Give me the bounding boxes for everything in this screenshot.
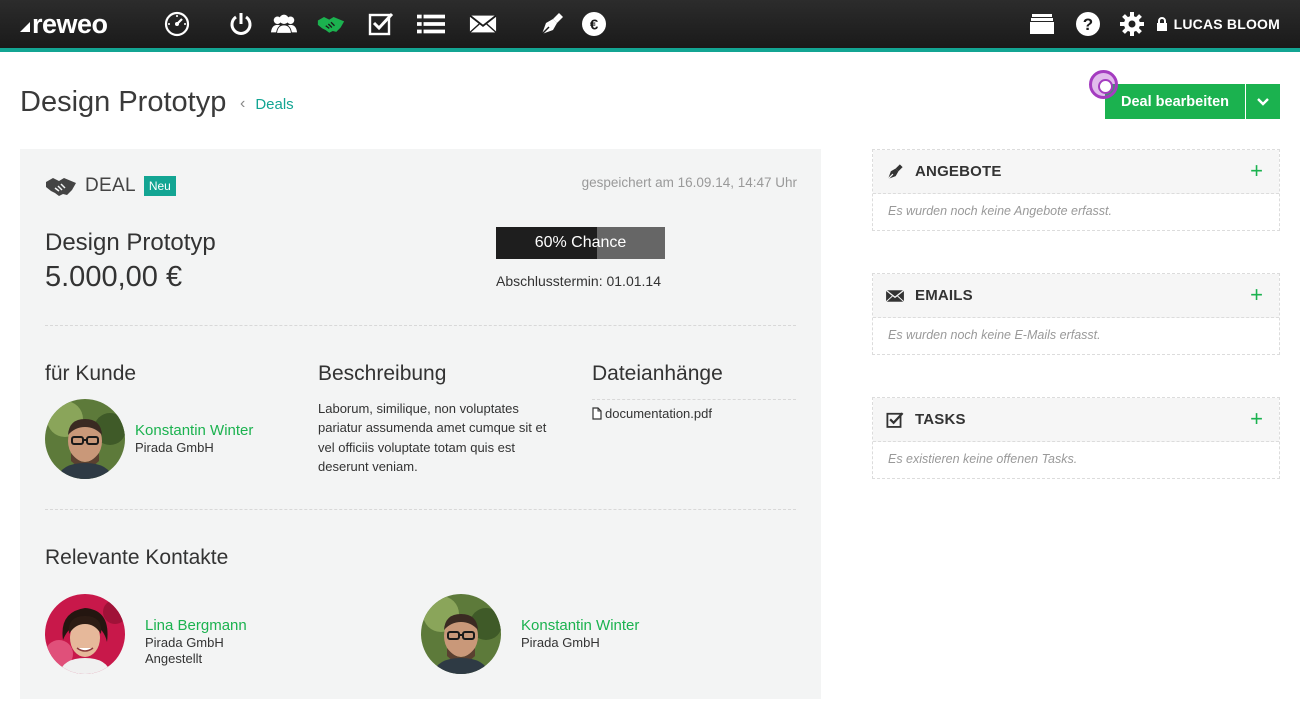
mail-icon[interactable] xyxy=(469,10,497,38)
attachments-heading: Dateianhänge xyxy=(592,362,723,385)
contacts-icon[interactable] xyxy=(270,10,298,38)
logo-text: reweo xyxy=(32,9,108,39)
deal-label: DEAL xyxy=(85,175,136,196)
divider xyxy=(45,325,796,326)
add-offer-button[interactable]: + xyxy=(1250,160,1263,182)
attachment-file[interactable]: documentation.pdf xyxy=(592,406,712,421)
dashboard-icon[interactable] xyxy=(163,10,191,38)
divider xyxy=(592,399,796,400)
edit-deal-button[interactable]: Deal bearbeiten xyxy=(1105,84,1245,119)
avatar[interactable] xyxy=(45,594,125,674)
widget-header: ANGEBOTE xyxy=(873,150,1279,194)
deal-header: DEAL Neu xyxy=(45,175,176,197)
contact-role: Angestellt xyxy=(145,651,203,666)
contact-name-link[interactable]: Konstantin Winter xyxy=(521,617,639,634)
edit-options-dropdown[interactable] xyxy=(1246,84,1280,119)
deals-icon[interactable] xyxy=(317,10,345,38)
status-badge: Neu xyxy=(143,176,176,196)
offers-widget: ANGEBOTE + Es wurden noch keine Angebote… xyxy=(872,149,1280,231)
chevron-down-icon xyxy=(1257,97,1269,106)
mail-icon xyxy=(885,286,905,306)
folder-icon[interactable] xyxy=(1028,10,1056,38)
list-icon[interactable] xyxy=(417,10,445,38)
widget-title: EMAILS xyxy=(915,287,973,304)
customer-name-link[interactable]: Konstantin Winter xyxy=(135,422,253,439)
deal-amount: 5.000,00 € xyxy=(45,261,183,293)
chance-progress-bar: 60% Chance xyxy=(496,227,665,259)
user-name: LUCAS BLOOM xyxy=(1173,16,1280,32)
close-date: Abschlusstermin: 01.01.14 xyxy=(496,273,661,289)
handshake-icon xyxy=(46,178,76,196)
breadcrumb-deals-link[interactable]: Deals xyxy=(255,96,293,113)
widget-title: TASKS xyxy=(915,411,966,428)
related-contacts-heading: Relevante Kontakte xyxy=(45,546,229,569)
customer-heading: für Kunde xyxy=(45,362,137,385)
emails-widget: EMAILS + Es wurden noch keine E-Mails er… xyxy=(872,273,1280,355)
widget-header: EMAILS xyxy=(873,274,1279,318)
finance-euro-icon[interactable]: € xyxy=(580,10,608,38)
deal-panel: DEAL Neu gespeichert am 16.09.14, 14:47 … xyxy=(20,149,821,699)
widget-header: TASKS xyxy=(873,398,1279,442)
empty-message: Es wurden noch keine Angebote erfasst. xyxy=(888,204,1112,218)
add-email-button[interactable]: + xyxy=(1250,284,1263,306)
checkbox-icon xyxy=(885,410,905,430)
deal-name: Design Prototyp xyxy=(45,229,216,256)
help-icon[interactable]: ? xyxy=(1074,10,1102,38)
tasks-widget: TASKS + Es existieren keine offenen Task… xyxy=(872,397,1280,479)
contact-company: Pirada GmbH xyxy=(521,635,600,650)
description-text: Laborum, similique, non voluptates paria… xyxy=(318,401,547,474)
saved-timestamp: gespeichert am 16.09.14, 14:47 Uhr xyxy=(581,175,797,190)
page-title: Design Prototyp xyxy=(20,86,227,118)
contact-name-link[interactable]: Lina Bergmann xyxy=(145,617,247,634)
widget-title: ANGEBOTE xyxy=(915,163,1002,180)
contact-company: Pirada GmbH xyxy=(145,635,224,650)
click-indicator xyxy=(1089,70,1118,99)
power-icon[interactable] xyxy=(227,10,255,38)
settings-icon[interactable] xyxy=(1118,10,1146,38)
logo[interactable]: reweo xyxy=(20,9,108,40)
empty-message: Es wurden noch keine E-Mails erfasst. xyxy=(888,328,1101,342)
svg-text:€: € xyxy=(590,17,599,34)
avatar[interactable] xyxy=(45,399,125,479)
logo-triangle xyxy=(20,22,30,32)
breadcrumb[interactable]: ‹ Deals xyxy=(240,95,294,113)
user-menu[interactable]: LUCAS BLOOM xyxy=(1156,16,1280,32)
attachment-filename[interactable]: documentation.pdf xyxy=(605,406,712,421)
offers-pen-icon[interactable] xyxy=(538,10,566,38)
lock-icon xyxy=(1156,17,1167,31)
customer-company: Pirada GmbH xyxy=(135,440,214,455)
chevron-left-icon: ‹ xyxy=(240,95,246,112)
svg-text:?: ? xyxy=(1083,15,1093,34)
divider xyxy=(45,509,796,510)
empty-message: Es existieren keine offenen Tasks. xyxy=(888,452,1078,466)
pen-icon xyxy=(885,162,905,182)
top-navigation: reweo € ? LUCAS BLOOM xyxy=(0,0,1300,52)
avatar[interactable] xyxy=(421,594,501,674)
add-task-button[interactable]: + xyxy=(1250,408,1263,430)
file-icon xyxy=(592,407,602,420)
chance-label: 60% Chance xyxy=(534,234,627,251)
tasks-icon[interactable] xyxy=(367,10,395,38)
description-heading: Beschreibung xyxy=(318,362,447,385)
